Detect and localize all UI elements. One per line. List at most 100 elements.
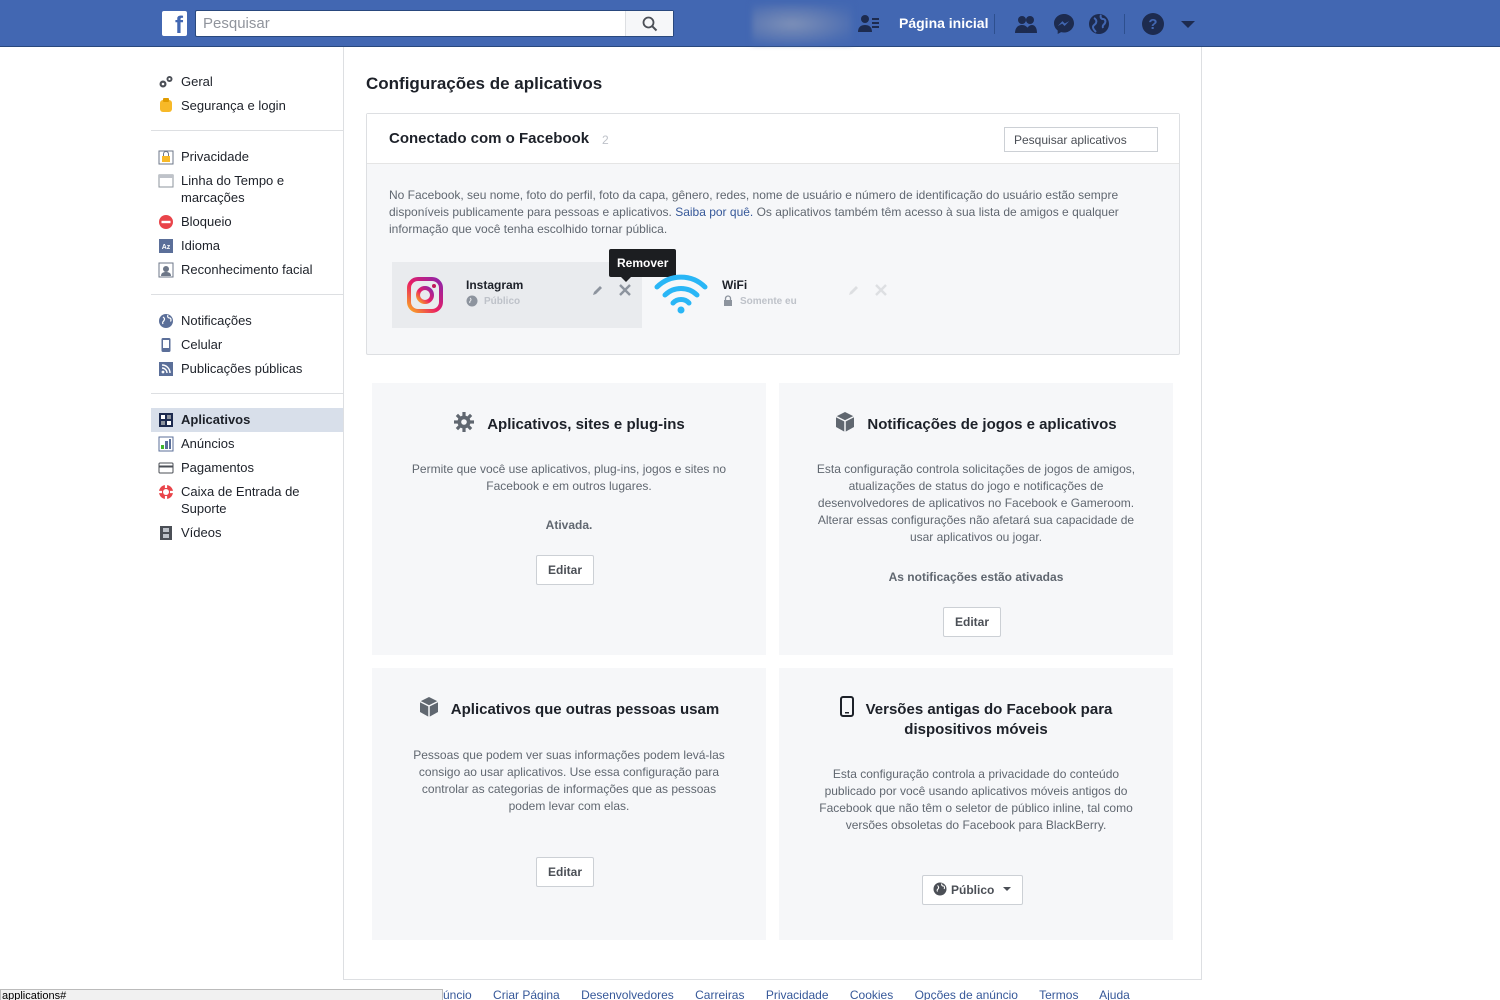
footer-link-privacy[interactable]: Privacidade — [766, 988, 829, 1000]
connected-apps-header: Conectado com o Facebook 2 — [367, 114, 1179, 164]
sidebar-item-blocking[interactable]: Bloqueio — [151, 210, 343, 234]
timeline-icon — [158, 174, 174, 188]
search-apps-input[interactable] — [1004, 127, 1158, 152]
find-friends-icon[interactable] — [857, 12, 881, 36]
messenger-icon[interactable] — [1052, 12, 1076, 36]
connected-apps-title: Conectado com o Facebook — [389, 130, 590, 147]
face-icon — [158, 262, 174, 278]
profile-avatar-blurred[interactable] — [752, 4, 852, 44]
app-audience: Somente eu — [740, 296, 797, 307]
sidebar-item-label: Bloqueio — [181, 214, 232, 229]
sidebar-item-public-posts[interactable]: Publicações públicas — [151, 357, 343, 381]
sidebar-item-general[interactable]: Geral — [151, 70, 343, 94]
connected-apps-description: No Facebook, seu nome, foto do perfil, f… — [389, 187, 1159, 238]
footer-link-careers[interactable]: Carreiras — [695, 988, 744, 1000]
friend-requests-icon[interactable] — [1014, 12, 1038, 36]
remove-x-icon[interactable] — [874, 283, 888, 297]
edit-pencil-icon[interactable] — [847, 283, 861, 297]
sidebar-group: Geral Segurança e login — [151, 68, 343, 131]
search-box — [195, 10, 674, 37]
globe-icon — [159, 314, 173, 328]
cube-icon — [419, 697, 439, 717]
sidebar-item-label: Vídeos — [181, 525, 222, 540]
search-button[interactable] — [625, 11, 673, 36]
learn-why-link[interactable]: Saiba por quê. — [675, 205, 753, 219]
gear-icon — [454, 412, 475, 432]
sidebar-group: Privacidade Linha do Tempo e marcações B… — [151, 143, 343, 295]
sidebar-item-label: Anúncios — [181, 436, 235, 451]
language-icon: Az — [159, 239, 173, 253]
phone-icon — [161, 338, 171, 352]
gears-icon — [159, 76, 173, 88]
edit-apps-sites-button[interactable]: Editar — [536, 555, 595, 585]
sidebar-item-face-recognition[interactable]: Reconhecimento facial — [151, 258, 343, 282]
sidebar-item-label: Reconhecimento facial — [181, 262, 313, 277]
sidebar-item-security[interactable]: Segurança e login — [151, 94, 343, 118]
sidebar-item-label: Caixa de Entrada de Suporte — [181, 484, 300, 516]
svg-text:Az: Az — [162, 244, 171, 251]
panel-old-mobile-versions: Versões antigas do Facebook para disposi… — [779, 668, 1173, 940]
sidebar-item-ads[interactable]: Anúncios — [151, 432, 343, 456]
audience-label: Público — [951, 883, 995, 897]
footer-link-create-page[interactable]: Criar Página — [493, 988, 560, 1000]
apps-icon — [159, 413, 173, 427]
app-card-instagram[interactable]: Instagram Público — [392, 262, 642, 328]
footer-link-ad[interactable]: úncio — [443, 988, 472, 1000]
sidebar-item-label: Pagamentos — [181, 460, 254, 475]
panel-apps-sites-plugins: Aplicativos, sites e plug-ins Permite qu… — [372, 383, 766, 655]
panel-title: Versões antigas do Facebook para disposi… — [779, 696, 1173, 740]
footer-link-help[interactable]: Ajuda — [1099, 988, 1130, 1000]
sidebar-item-label: Notificações — [181, 313, 252, 328]
only-me-lock-icon — [724, 295, 732, 306]
card-icon — [158, 462, 174, 474]
sidebar-item-apps[interactable]: Aplicativos — [151, 408, 343, 432]
panel-title-text: Aplicativos, sites e plug-ins — [487, 416, 685, 433]
footer-link-cookies[interactable]: Cookies — [850, 988, 893, 1000]
film-icon — [160, 526, 172, 540]
footer-link-ad-choices[interactable]: Opções de anúncio — [915, 988, 1018, 1000]
edit-game-notifications-button[interactable]: Editar — [943, 607, 1002, 637]
connected-apps-box: Conectado com o Facebook 2 No Facebook, … — [366, 113, 1180, 355]
app-card-wifi[interactable]: WiFi Somente eu — [648, 262, 898, 328]
search-input[interactable] — [196, 11, 626, 36]
panel-title-text: dispositivos móveis — [904, 721, 1048, 738]
sidebar-item-support-inbox[interactable]: Caixa de Entrada de Suporte — [151, 480, 343, 521]
sidebar-item-privacy[interactable]: Privacidade — [151, 145, 343, 169]
account-menu-chevron-down-icon[interactable] — [1176, 12, 1200, 36]
search-icon — [642, 16, 658, 32]
footer-link-terms[interactable]: Termos — [1039, 988, 1078, 1000]
divider — [994, 14, 995, 34]
divider — [1124, 14, 1125, 34]
edit-pencil-icon[interactable] — [591, 283, 605, 297]
home-link[interactable]: Página inicial — [899, 15, 988, 31]
connected-apps-count: 2 — [602, 133, 609, 147]
app-name: Instagram — [466, 278, 524, 292]
panel-title: Aplicativos, sites e plug-ins — [372, 411, 766, 435]
cube-icon — [836, 412, 855, 432]
svg-text:?: ? — [1148, 16, 1157, 33]
panel-description: Permite que você use aplicativos, plug-i… — [411, 462, 727, 493]
panel-title-text: Notificações de jogos e aplicativos — [867, 416, 1117, 433]
lifebuoy-icon — [159, 485, 173, 499]
sidebar-item-mobile[interactable]: Celular — [151, 333, 343, 357]
sidebar-item-language[interactable]: Az Idioma — [151, 234, 343, 258]
panel-title-text: Aplicativos que outras pessoas usam — [450, 701, 720, 718]
sidebar-item-label: Privacidade — [181, 149, 249, 164]
audience-selector-button[interactable]: Público — [922, 875, 1023, 905]
notifications-globe-icon[interactable] — [1087, 12, 1111, 36]
public-globe-icon — [933, 882, 947, 896]
remove-x-icon[interactable] — [618, 283, 632, 297]
chevron-down-icon — [1002, 887, 1011, 891]
sidebar-item-videos[interactable]: Vídeos — [151, 521, 343, 545]
sidebar-item-label: Segurança e login — [181, 98, 286, 113]
badge-icon — [160, 98, 172, 112]
facebook-logo-icon[interactable]: f — [162, 11, 187, 36]
edit-apps-others-use-button[interactable]: Editar — [536, 857, 595, 887]
browser-status-bar: applications# — [0, 989, 443, 1000]
help-icon[interactable]: ? — [1141, 12, 1165, 36]
app-audience: Público — [484, 296, 521, 307]
sidebar-item-timeline[interactable]: Linha do Tempo e marcações — [151, 169, 343, 210]
sidebar-item-notifications[interactable]: Notificações — [151, 309, 343, 333]
sidebar-item-payments[interactable]: Pagamentos — [151, 456, 343, 480]
footer-link-developers[interactable]: Desenvolvedores — [581, 988, 674, 1000]
